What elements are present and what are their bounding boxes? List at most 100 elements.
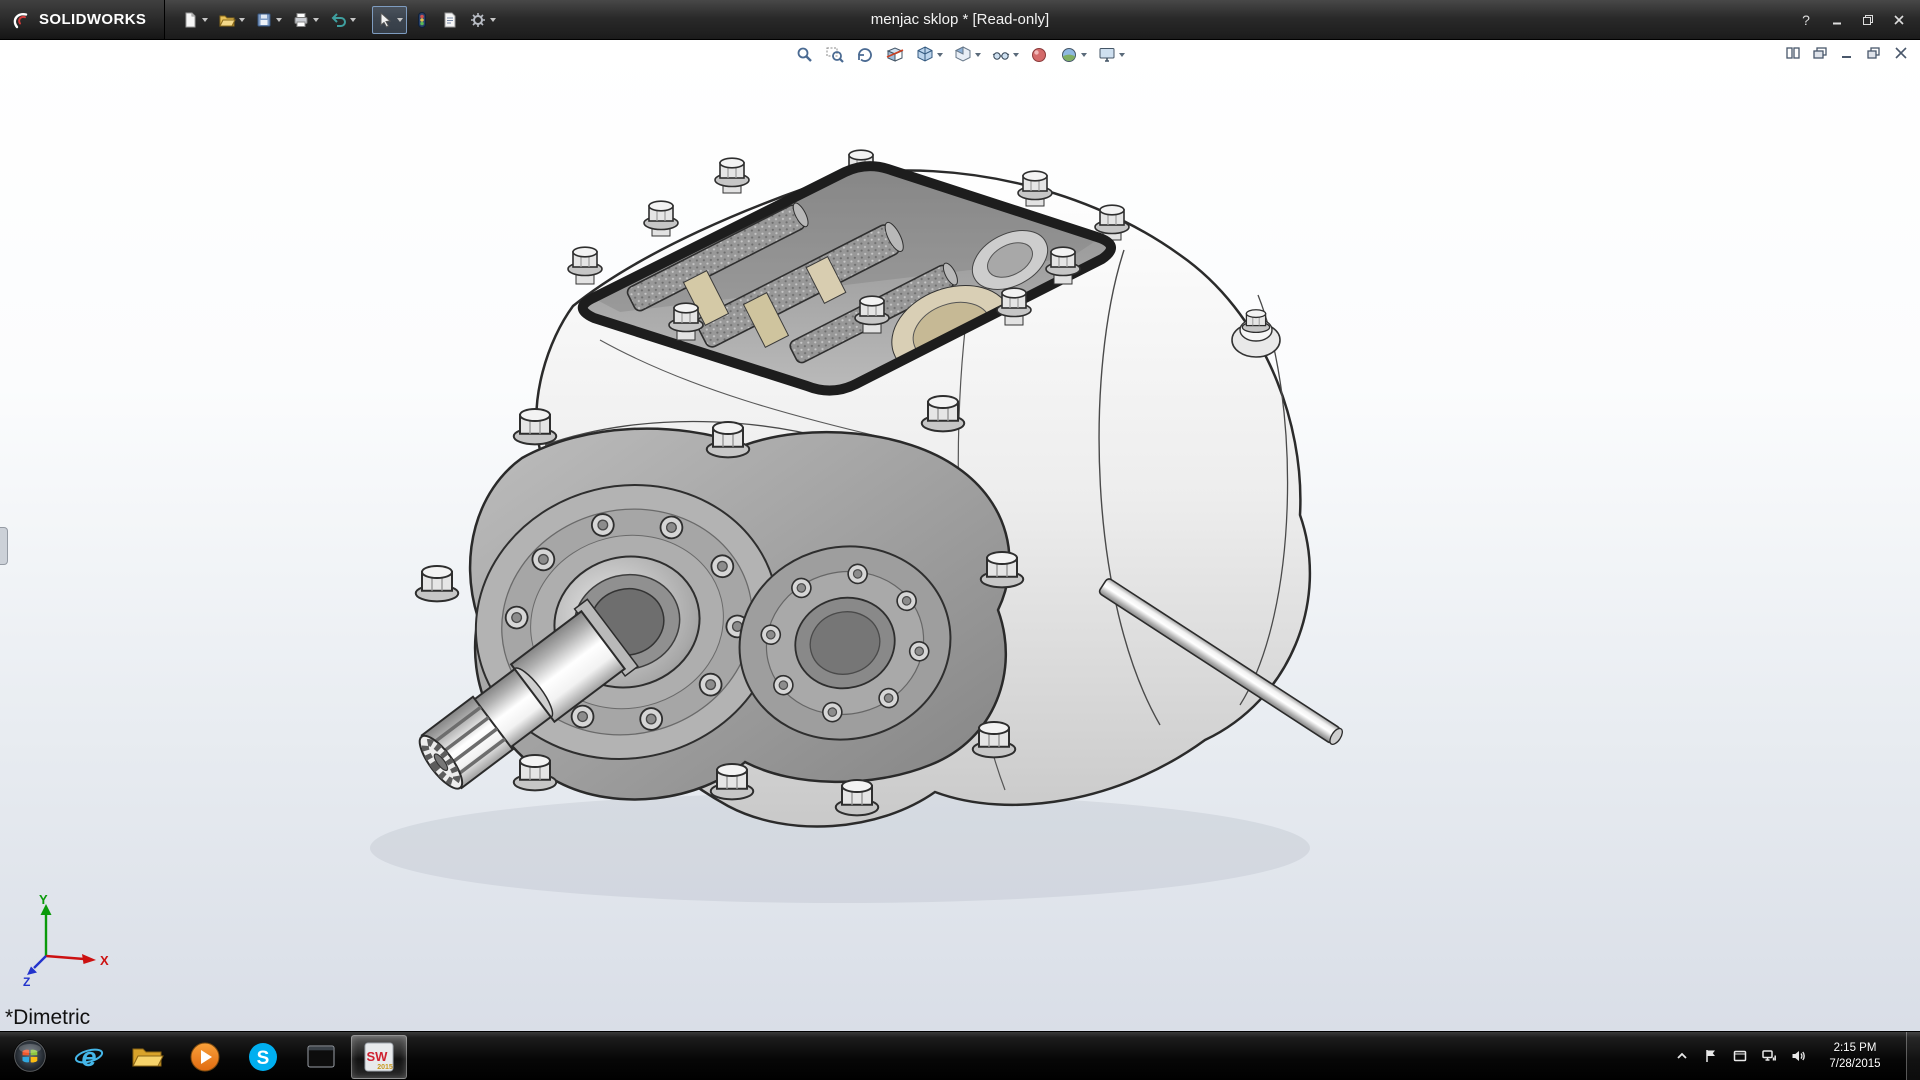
- previous-view-button[interactable]: [852, 43, 878, 67]
- doc-cascade-button[interactable]: [1810, 45, 1829, 61]
- hide-show-glasses-icon: [991, 45, 1011, 65]
- display-style-button[interactable]: [950, 43, 984, 67]
- svg-text:2015: 2015: [377, 1064, 393, 1071]
- cascade-windows-icon: [1813, 47, 1827, 59]
- dropdown-caret: [276, 18, 282, 22]
- tray-expand-button[interactable]: [1672, 1043, 1692, 1069]
- dropdown-caret: [975, 53, 981, 57]
- undo-icon: [329, 11, 347, 29]
- svg-text:SW: SW: [367, 1049, 389, 1064]
- taskbar: e S: [0, 1031, 1920, 1080]
- options-gear-icon: [469, 11, 487, 29]
- view-orientation-cube-icon: [915, 45, 935, 65]
- feature-tree-splitter-handle[interactable]: [0, 527, 8, 565]
- open-folder-icon: [218, 11, 236, 29]
- tile-windows-icon: [1786, 47, 1800, 59]
- new-button[interactable]: [177, 6, 212, 34]
- doc-tile-button[interactable]: [1783, 45, 1802, 61]
- action-center-button[interactable]: [1701, 1043, 1721, 1069]
- print-button[interactable]: [288, 6, 323, 34]
- start-button[interactable]: [0, 1032, 60, 1080]
- dropdown-caret: [239, 18, 245, 22]
- action-center-flag-icon: [1703, 1048, 1719, 1064]
- dropdown-caret: [490, 18, 496, 22]
- dropdown-caret: [397, 18, 403, 22]
- undo-button[interactable]: [325, 6, 360, 34]
- minimize-icon: [1831, 14, 1843, 26]
- chevron-up-icon: [1674, 1048, 1690, 1064]
- network-icon: [1761, 1048, 1777, 1064]
- view-orientation-button[interactable]: [912, 43, 946, 67]
- window-controls: ?: [1793, 10, 1920, 30]
- rebuild-button[interactable]: [409, 6, 435, 34]
- taskbar-windows-explorer[interactable]: [119, 1035, 175, 1079]
- minimize-button[interactable]: [1824, 10, 1850, 30]
- volume-icon: [1790, 1048, 1806, 1064]
- show-desktop-button[interactable]: [1906, 1032, 1920, 1080]
- taskbar-solidworks[interactable]: SW 2015: [351, 1035, 407, 1079]
- zoom-to-area-button[interactable]: [822, 43, 848, 67]
- dropdown-caret: [1119, 53, 1125, 57]
- document-title: menjac sklop * [Read-only]: [871, 11, 1049, 28]
- network-button[interactable]: [1759, 1043, 1779, 1069]
- save-icon: [255, 11, 273, 29]
- previous-view-icon: [855, 45, 875, 65]
- taskbar-skype[interactable]: S: [235, 1035, 291, 1079]
- dropdown-caret: [1013, 53, 1019, 57]
- taskbar-command-prompt[interactable]: [293, 1035, 349, 1079]
- new-file-icon: [181, 11, 199, 29]
- internet-explorer-icon: e: [72, 1040, 106, 1074]
- skype-icon: S: [246, 1040, 280, 1074]
- quick-access-toolbar: [177, 6, 500, 34]
- solidworks-menu[interactable]: SOLIDWORKS: [0, 0, 165, 39]
- dropdown-caret: [313, 18, 319, 22]
- doc-minimize-button[interactable]: [1837, 45, 1856, 61]
- clock-time: 2:15 PM: [1817, 1040, 1893, 1056]
- solidworks-window: SOLIDWORKS: [0, 0, 1920, 1080]
- orientation-triad: Y X Z: [22, 892, 117, 987]
- svg-text:S: S: [257, 1048, 270, 1069]
- tray-application-button[interactable]: [1730, 1043, 1750, 1069]
- heads-up-toolbar: [792, 43, 1128, 67]
- application-window-icon: [1732, 1048, 1748, 1064]
- hide-show-items-button[interactable]: [988, 43, 1022, 67]
- close-button[interactable]: [1886, 10, 1912, 30]
- y-axis-label: Y: [39, 892, 48, 907]
- zoom-to-fit-button[interactable]: [792, 43, 818, 67]
- dropdown-caret: [202, 18, 208, 22]
- options-button[interactable]: [465, 6, 500, 34]
- taskbar-clock[interactable]: 2:15 PM 7/28/2015: [1817, 1040, 1893, 1072]
- x-axis-arrow: [82, 954, 96, 964]
- restore-button[interactable]: [1855, 10, 1881, 30]
- taskbar-internet-explorer[interactable]: e: [61, 1035, 117, 1079]
- command-prompt-icon: [304, 1040, 338, 1074]
- gearbox-model[interactable]: [0, 40, 1920, 1031]
- doc-close-icon: [1894, 47, 1908, 59]
- view-settings-icon: [1097, 45, 1117, 65]
- save-button[interactable]: [251, 6, 286, 34]
- doc-close-button[interactable]: [1891, 45, 1910, 61]
- edit-appearance-button[interactable]: [1026, 43, 1052, 67]
- volume-button[interactable]: [1788, 1043, 1808, 1069]
- apply-scene-button[interactable]: [1056, 43, 1090, 67]
- solidworks-app-icon: SW 2015: [362, 1040, 396, 1074]
- dropdown-caret: [350, 18, 356, 22]
- doc-minimize-icon: [1840, 47, 1854, 59]
- section-view-icon: [885, 45, 905, 65]
- graphics-area[interactable]: Y X Z *Dimetric: [0, 40, 1920, 1031]
- brand-label: SOLIDWORKS: [39, 11, 146, 28]
- open-button[interactable]: [214, 6, 249, 34]
- doc-restore-button[interactable]: [1864, 45, 1883, 61]
- print-icon: [292, 11, 310, 29]
- appearance-sphere-icon: [1029, 45, 1049, 65]
- select-button[interactable]: [372, 6, 407, 34]
- zoom-to-area-icon: [825, 45, 845, 65]
- view-settings-button[interactable]: [1094, 43, 1128, 67]
- taskbar-media-player[interactable]: [177, 1035, 233, 1079]
- apply-scene-ic: [1059, 45, 1079, 65]
- file-properties-button[interactable]: [437, 6, 463, 34]
- zoom-to-fit-icon: [795, 45, 815, 65]
- section-view-button[interactable]: [882, 43, 908, 67]
- help-button[interactable]: ?: [1793, 10, 1819, 30]
- dropdown-caret: [937, 53, 943, 57]
